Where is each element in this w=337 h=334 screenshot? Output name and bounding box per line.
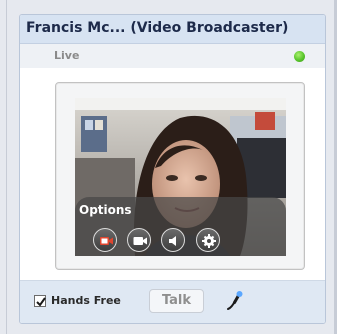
options-overlay: Options (75, 197, 286, 256)
status-row: Live (20, 44, 325, 68)
panel-header: Francis Mc... (Video Broadcaster) (20, 15, 325, 44)
gear-icon (202, 234, 216, 248)
hands-free-checkbox[interactable] (34, 295, 46, 307)
camera-icon (133, 237, 147, 245)
record-button[interactable] (93, 228, 117, 252)
record-icon (100, 237, 113, 245)
talk-button[interactable]: Talk (149, 289, 204, 313)
settings-button[interactable] (196, 228, 220, 252)
frame-edge-left (6, 0, 7, 334)
panel-title: Francis Mc... (Video Broadcaster) (26, 20, 289, 36)
live-status-indicator (294, 51, 305, 62)
app-frame: Francis Mc... (Video Broadcaster) Live O… (0, 0, 337, 334)
camera-button[interactable] (127, 228, 151, 252)
speaker-icon (169, 236, 176, 246)
live-status-text: Live (54, 49, 80, 62)
checkmark-icon (36, 297, 46, 307)
video-broadcaster-panel: Francis Mc... (Video Broadcaster) Live O… (19, 14, 326, 324)
video-frame: Options (55, 82, 305, 270)
speaker-button[interactable] (161, 228, 185, 252)
video-feed[interactable]: Options (75, 98, 286, 256)
panel-footer: Hands Free Talk (20, 280, 325, 323)
options-label: Options (79, 203, 132, 217)
hands-free-label: Hands Free (51, 294, 121, 307)
microphone-icon[interactable] (225, 290, 245, 312)
